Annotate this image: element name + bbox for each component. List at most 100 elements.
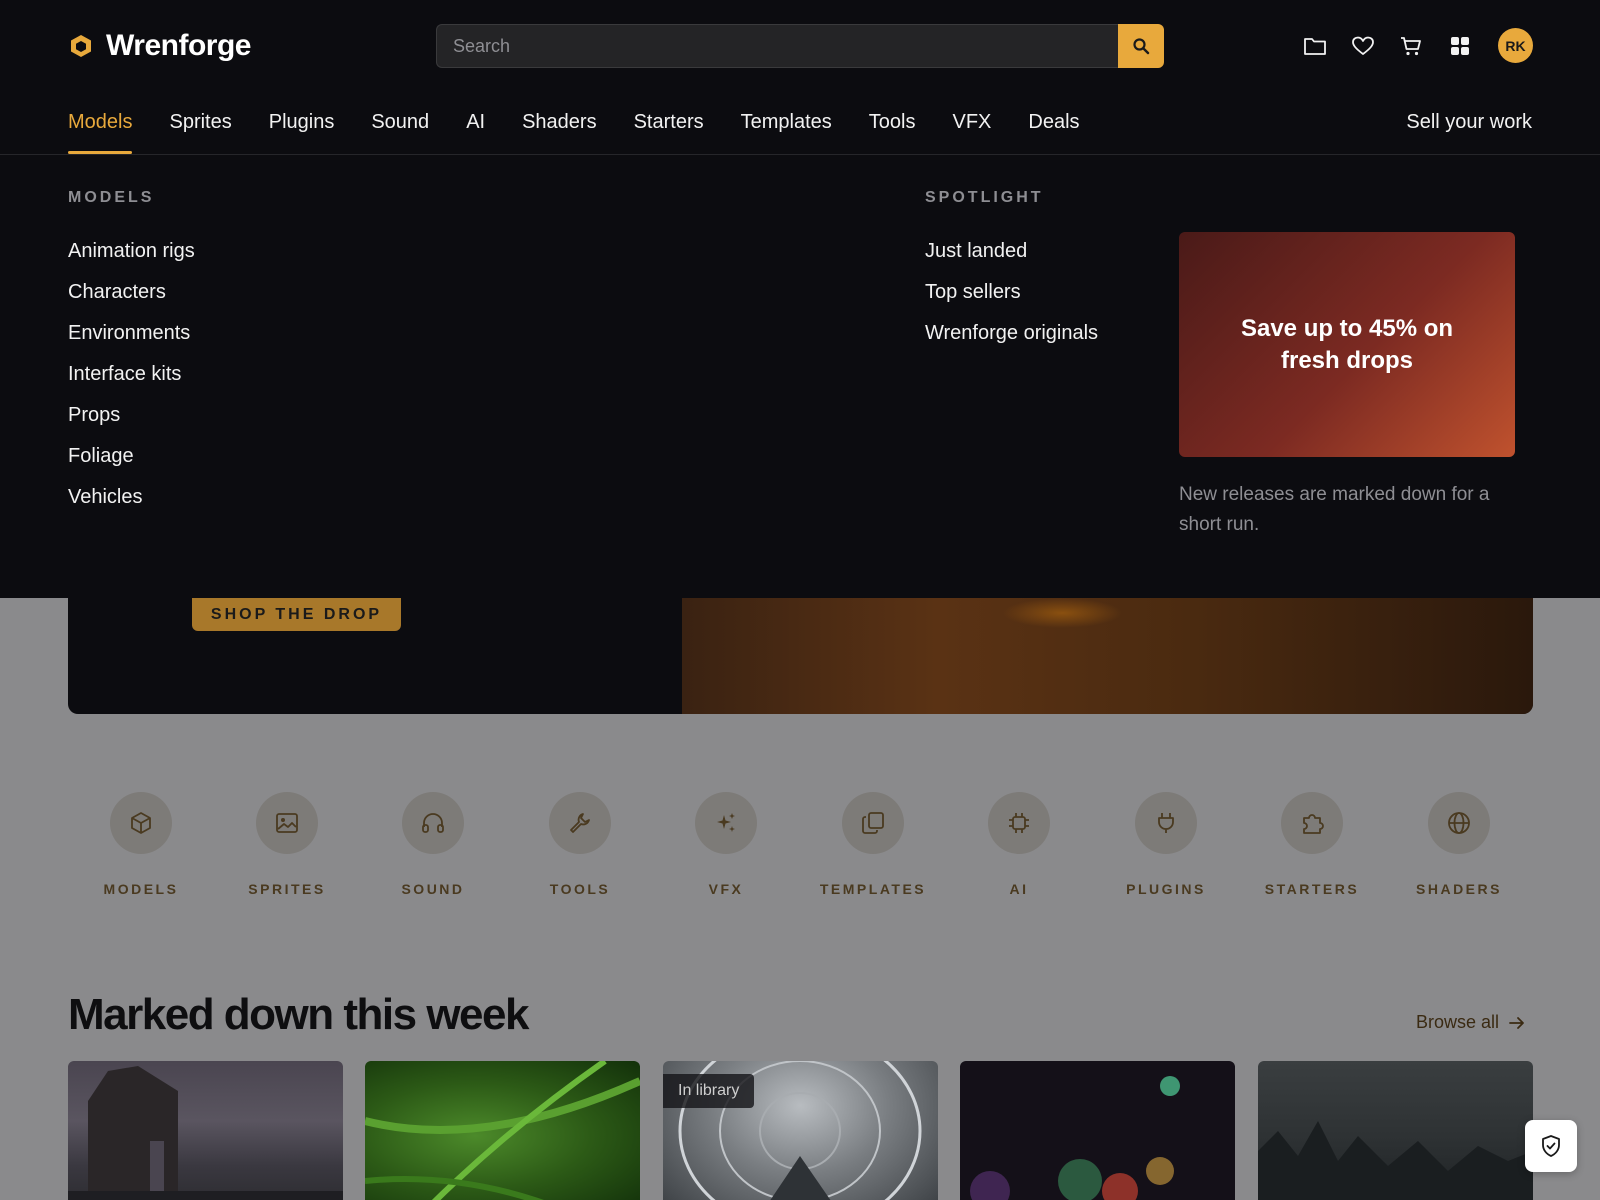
- product-card[interactable]: [68, 1061, 343, 1200]
- category-icon-circle: [842, 792, 904, 854]
- globe-icon: [1448, 812, 1470, 834]
- apps-button[interactable]: [1447, 33, 1473, 59]
- browse-all-label: Browse all: [1416, 1012, 1500, 1032]
- section-title: Marked down this week: [68, 990, 529, 1039]
- product-card[interactable]: [1258, 1061, 1533, 1200]
- category-icon-circle: [1281, 792, 1343, 854]
- heart-icon: [1352, 36, 1374, 55]
- nav-item-sound[interactable]: Sound: [371, 90, 429, 154]
- category-models[interactable]: MODELS: [81, 792, 201, 897]
- user-avatar[interactable]: RK: [1498, 28, 1533, 63]
- nav-item-tools[interactable]: Tools: [869, 90, 916, 154]
- category-label: AI: [1009, 881, 1029, 897]
- search-button[interactable]: [1118, 24, 1164, 68]
- nav-item-vfx[interactable]: VFX: [952, 90, 991, 154]
- category-icon-circle: [1135, 792, 1197, 854]
- headphones-icon: [422, 813, 444, 833]
- folder-button[interactable]: [1302, 33, 1328, 59]
- category-icon-circle: [256, 792, 318, 854]
- product-card[interactable]: [365, 1061, 640, 1200]
- nav-item-models[interactable]: Models: [68, 90, 133, 154]
- bokeh-thumbnail: [970, 1076, 1180, 1200]
- nav-item-shaders[interactable]: Shaders: [522, 90, 597, 154]
- in-library-badge: In library: [663, 1074, 755, 1108]
- nav-item-deals[interactable]: Deals: [1028, 90, 1079, 154]
- ruin-thumbnail: [68, 1066, 343, 1200]
- category-icon-circle: [549, 792, 611, 854]
- logo[interactable]: Wrenforge: [68, 26, 251, 66]
- category-icon-circle: [695, 792, 757, 854]
- search-input[interactable]: [436, 24, 1120, 68]
- promo-title: Save up to 45% on fresh drops: [1240, 314, 1454, 374]
- nav-item-sprites[interactable]: Sprites: [169, 90, 231, 154]
- category-label: TOOLS: [549, 881, 611, 897]
- category-icon-circle: [988, 792, 1050, 854]
- privacy-shield-button[interactable]: [1525, 1120, 1577, 1172]
- menu-link-environments[interactable]: Environments: [68, 321, 195, 362]
- category-tools[interactable]: TOOLS: [520, 792, 640, 897]
- category-icon-circle: [1428, 792, 1490, 854]
- menu-link-props[interactable]: Props: [68, 403, 195, 444]
- category-sound[interactable]: SOUND: [373, 792, 493, 897]
- hero-banner: SHOP THE DROP: [68, 598, 1533, 714]
- nav-item-ai[interactable]: AI: [466, 90, 485, 154]
- category-label: TEMPLATES: [819, 881, 927, 897]
- folder-icon: [1304, 38, 1326, 55]
- copy-icon: [862, 812, 884, 834]
- search-icon: [1133, 38, 1150, 55]
- category-sprites[interactable]: SPRITES: [227, 792, 347, 897]
- cart-icon: [1401, 37, 1421, 56]
- main-nav: Models Sprites Plugins Sound AI Shaders …: [0, 90, 1600, 155]
- product-card[interactable]: In library: [663, 1061, 938, 1200]
- cart-button[interactable]: [1398, 33, 1424, 59]
- menu-link-just-landed[interactable]: Just landed: [925, 239, 1098, 280]
- category-label: VFX: [708, 881, 744, 897]
- nav-list: Models Sprites Plugins Sound AI Shaders …: [68, 90, 1117, 154]
- plug-icon: [1158, 813, 1174, 833]
- misty-forest-thumbnail: [1258, 1121, 1533, 1200]
- cube-icon: [131, 812, 151, 834]
- category-plugins[interactable]: PLUGINS: [1106, 792, 1226, 897]
- wishlist-button[interactable]: [1350, 33, 1376, 59]
- mega-menu: MODELS Animation rigs Characters Environ…: [0, 155, 1600, 598]
- menu-link-top-sellers[interactable]: Top sellers: [925, 280, 1098, 321]
- promo-card[interactable]: Save up to 45% on fresh drops: [1179, 232, 1515, 457]
- category-label: SHADERS: [1416, 881, 1502, 897]
- product-card[interactable]: [960, 1061, 1235, 1200]
- browse-all-link[interactable]: Browse all: [1416, 1012, 1527, 1033]
- image-icon: [276, 813, 298, 833]
- spotlight-heading: SPOTLIGHT: [925, 189, 1044, 206]
- menu-link-foliage[interactable]: Foliage: [68, 444, 195, 485]
- models-heading: MODELS: [68, 189, 155, 206]
- nav-item-plugins[interactable]: Plugins: [269, 90, 335, 154]
- category-ai[interactable]: AI: [959, 792, 1079, 897]
- top-bar: Wrenforge RK: [0, 0, 1600, 90]
- models-link-list: Animation rigs Characters Environments I…: [68, 239, 195, 526]
- menu-link-vehicles[interactable]: Vehicles: [68, 485, 195, 526]
- category-label: STARTERS: [1264, 881, 1360, 897]
- search-bar: [436, 24, 1164, 68]
- grid-icon: [1451, 37, 1469, 55]
- menu-link-animation-rigs[interactable]: Animation rigs: [68, 239, 195, 280]
- shop-the-drop-button[interactable]: SHOP THE DROP: [192, 598, 401, 631]
- promo-note: New releases are marked down for a short…: [1179, 484, 1490, 535]
- hexagon-logo-icon: [71, 35, 91, 57]
- sparkles-icon: [717, 813, 735, 832]
- nav-item-templates[interactable]: Templates: [741, 90, 832, 154]
- category-shaders[interactable]: SHADERS: [1399, 792, 1519, 897]
- sell-your-work-link[interactable]: Sell your work: [1406, 90, 1532, 154]
- category-templates[interactable]: TEMPLATES: [813, 792, 933, 897]
- category-vfx[interactable]: VFX: [666, 792, 786, 897]
- menu-link-wrenforge-originals[interactable]: Wrenforge originals: [925, 321, 1098, 362]
- fern-thumbnail: [365, 1061, 640, 1200]
- nav-item-starters[interactable]: Starters: [634, 90, 704, 154]
- category-icon-circle: [110, 792, 172, 854]
- category-label: SPRITES: [248, 881, 326, 897]
- puzzle-icon: [1303, 814, 1324, 834]
- category-label: MODELS: [103, 881, 179, 897]
- menu-link-characters[interactable]: Characters: [68, 280, 195, 321]
- category-starters[interactable]: STARTERS: [1252, 792, 1372, 897]
- menu-link-interface-kits[interactable]: Interface kits: [68, 362, 195, 403]
- spotlight-link-list: Just landed Top sellers Wrenforge origin…: [925, 239, 1098, 362]
- arrow-right-icon: [1509, 1016, 1524, 1029]
